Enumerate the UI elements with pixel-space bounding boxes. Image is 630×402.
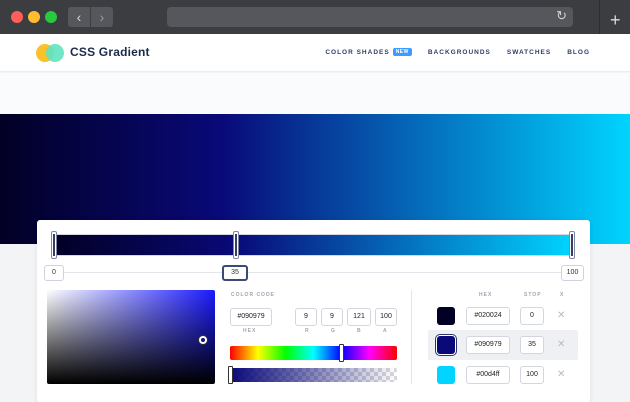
red-input[interactable]: 9 <box>295 308 317 326</box>
close-window-button[interactable] <box>11 11 23 23</box>
panel-divider <box>411 290 412 384</box>
stop-hex-field[interactable]: #020024 <box>466 307 510 325</box>
browser-toolbar: ‹ › ↻ + <box>0 0 630 34</box>
stop-position-field[interactable]: 0 <box>520 307 544 325</box>
stop-position-100[interactable]: 100 <box>561 265 584 281</box>
a-label: A <box>383 328 388 334</box>
new-badge: NEW <box>393 48 412 56</box>
stop-position-0[interactable]: 0 <box>44 265 64 281</box>
stop-connector <box>248 272 561 273</box>
hue-slider[interactable] <box>230 346 397 360</box>
chevron-left-icon[interactable]: ‹ <box>68 7 90 27</box>
stop-hex-field[interactable]: #090979 <box>466 336 510 354</box>
alpha-input[interactable]: 100 <box>375 308 397 326</box>
nav-blog[interactable]: BLOG <box>567 49 590 56</box>
main-nav: COLOR SHADES NEW BACKGROUNDS SWATCHES BL… <box>309 48 590 56</box>
g-label: G <box>331 328 336 334</box>
r-label: R <box>305 328 310 334</box>
alpha-slider-handle[interactable] <box>228 366 233 384</box>
blue-input[interactable]: 121 <box>347 308 371 326</box>
alpha-slider[interactable] <box>230 368 397 382</box>
maximize-window-button[interactable] <box>45 11 57 23</box>
stop-position-field[interactable]: 100 <box>520 366 544 384</box>
stop-position-35[interactable]: 35 <box>222 265 248 281</box>
close-icon[interactable]: ✕ <box>557 311 565 321</box>
stop-hex-field[interactable]: #00d4ff <box>466 366 510 384</box>
hex-input[interactable]: #090979 <box>230 308 272 326</box>
hue-slider-handle[interactable] <box>339 344 344 362</box>
stop-handle-0[interactable] <box>51 231 57 259</box>
stops-stop-header: STOP <box>524 292 542 298</box>
stop-position-field[interactable]: 35 <box>520 336 544 354</box>
stop-handle-100[interactable] <box>569 231 575 259</box>
logo-icon[interactable] <box>36 44 64 62</box>
stop-handle-35[interactable] <box>233 231 239 259</box>
stop-connector <box>64 272 222 273</box>
close-icon[interactable]: ✕ <box>557 370 565 380</box>
nav-backgrounds[interactable]: BACKGROUNDS <box>428 49 491 56</box>
saturation-picker[interactable] <box>47 290 215 384</box>
nav-swatches[interactable]: SWATCHES <box>507 49 551 56</box>
header-spacer <box>0 73 630 114</box>
chevron-right-icon[interactable]: › <box>91 7 113 27</box>
stop-swatch-2[interactable] <box>437 336 455 354</box>
stop-swatch-3[interactable] <box>437 366 455 384</box>
green-input[interactable]: 9 <box>321 308 343 326</box>
b-label: B <box>357 328 362 334</box>
gradient-stop-track[interactable] <box>52 234 574 256</box>
picker-cursor[interactable] <box>199 336 207 344</box>
nav-color-shades-label: COLOR SHADES <box>325 49 389 56</box>
reload-icon[interactable]: ↻ <box>556 8 567 24</box>
minimize-window-button[interactable] <box>28 11 40 23</box>
plus-icon[interactable]: + <box>610 11 621 29</box>
stop-swatch-1[interactable] <box>437 307 455 325</box>
hex-label: HEX <box>243 328 256 334</box>
color-code-label: COLOR CODE <box>231 292 275 298</box>
stops-remove-header: X <box>560 292 564 298</box>
brand-name[interactable]: CSS Gradient <box>70 45 150 59</box>
nav-color-shades[interactable]: COLOR SHADES NEW <box>325 48 412 56</box>
toolbar-divider <box>599 0 600 34</box>
stops-hex-header: HEX <box>479 292 492 298</box>
site-header: CSS Gradient COLOR SHADES NEW BACKGROUND… <box>0 34 630 72</box>
close-icon[interactable]: ✕ <box>557 340 565 350</box>
address-bar[interactable]: ↻ <box>167 7 573 27</box>
